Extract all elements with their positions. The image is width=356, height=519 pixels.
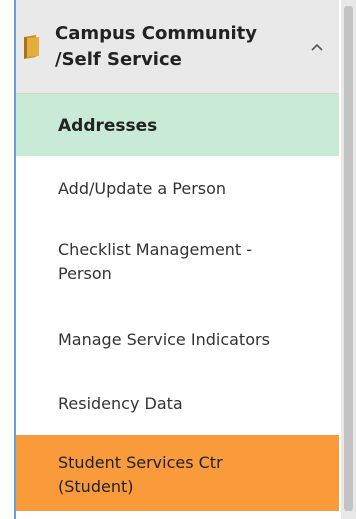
menu-item-manage-service-indicators[interactable]: Manage Service Indicators bbox=[16, 308, 339, 372]
nav-collection-title: Campus Community /Self Service bbox=[55, 21, 285, 73]
menu-item-label-line2: (Student) bbox=[58, 477, 134, 496]
menu-item-label: Add/Update a Person bbox=[58, 179, 227, 198]
menu-item-add-update-person[interactable]: Add/Update a Person bbox=[16, 156, 339, 220]
menu-item-addresses[interactable]: Addresses bbox=[16, 94, 339, 156]
menu-item-label: Addresses bbox=[58, 116, 158, 136]
header-title-line2: /Self Service bbox=[55, 49, 182, 70]
menu-item-label: Residency Data bbox=[58, 394, 183, 413]
navigation-panel: Campus Community /Self Service Addresses… bbox=[0, 0, 356, 519]
folder-icon bbox=[22, 34, 42, 60]
chevron-up-icon[interactable] bbox=[309, 38, 325, 51]
menu-item-label: Manage Service Indicators bbox=[58, 330, 270, 349]
menu-item-student-services-ctr[interactable]: Student Services Ctr (Student) bbox=[16, 435, 339, 511]
scrollbar-thumb[interactable] bbox=[344, 6, 353, 511]
nav-collection-header[interactable]: Campus Community /Self Service bbox=[16, 0, 339, 94]
vertical-scrollbar[interactable] bbox=[341, 0, 356, 519]
menu-item-residency-data[interactable]: Residency Data bbox=[16, 372, 339, 435]
menu-item-checklist-management-person[interactable]: Checklist Management - Person bbox=[16, 220, 339, 308]
menu-item-label-line1: Student Services Ctr bbox=[58, 453, 223, 472]
header-title-line1: Campus Community bbox=[55, 23, 258, 44]
menu-item-label: Checklist Management - Person bbox=[58, 238, 318, 286]
panel-bottom-edge bbox=[16, 511, 341, 519]
menu-item-label-line1: Checklist Management - bbox=[58, 240, 253, 259]
menu-item-label-line2: Person bbox=[58, 264, 112, 283]
menu-item-label: Student Services Ctr (Student) bbox=[58, 451, 298, 499]
